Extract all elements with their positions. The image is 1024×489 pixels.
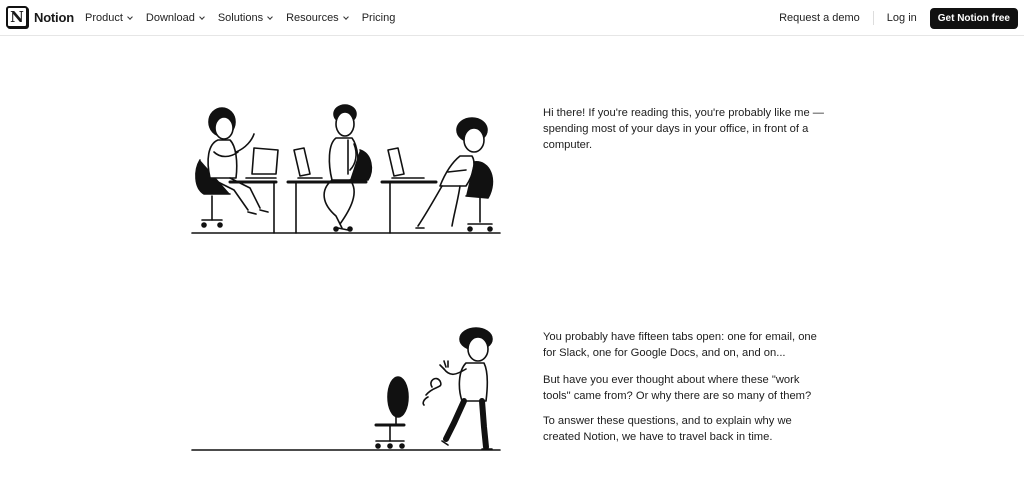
logo-link[interactable]: N Notion	[6, 6, 74, 28]
nav-product-label: Product	[85, 12, 123, 24]
chevron-down-icon	[199, 13, 205, 20]
nav-pricing[interactable]: Pricing	[362, 12, 396, 24]
request-demo-link[interactable]: Request a demo	[779, 12, 860, 24]
nav-download-label: Download	[145, 12, 195, 24]
chevron-down-icon	[267, 13, 273, 20]
chevron-down-icon	[127, 13, 133, 20]
tabs-paragraph: You probably have fifteen tabs open: one…	[543, 331, 817, 359]
nav-resources[interactable]: Resources	[286, 12, 349, 24]
travel-back-paragraph: To answer these questions, and to explai…	[543, 415, 792, 443]
nav-right: Request a demo Log in Get Notion free	[779, 0, 1018, 36]
nav-pricing-label: Pricing	[361, 12, 396, 24]
intro-paragraph: Hi there! If you're reading this, you're…	[543, 107, 824, 151]
brand-name: Notion	[34, 9, 74, 25]
nav-links: Product Download Solutions Resources Pri…	[85, 0, 409, 36]
notion-logo-icon: N	[6, 6, 28, 28]
nav-product[interactable]: Product	[85, 12, 133, 24]
nav-divider	[872, 11, 874, 25]
office-workers-illustration	[191, 104, 501, 234]
login-link[interactable]: Log in	[887, 12, 917, 24]
nav-solutions[interactable]: Solutions	[217, 12, 273, 24]
nav-download[interactable]: Download	[145, 12, 205, 24]
nav-resources-label: Resources	[286, 12, 339, 24]
nav-solutions-label: Solutions	[217, 12, 264, 24]
get-notion-free-button[interactable]: Get Notion free	[929, 7, 1018, 29]
top-navbar: N Notion Product Download Solutions Reso…	[0, 0, 1024, 36]
person-waving-illustration	[191, 327, 501, 451]
chevron-down-icon	[342, 13, 349, 20]
work-tools-paragraph: But have you ever thought about where th…	[543, 374, 812, 402]
